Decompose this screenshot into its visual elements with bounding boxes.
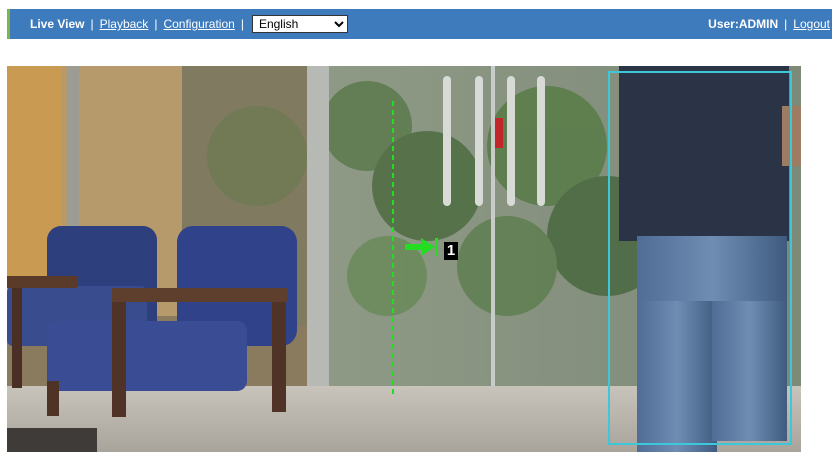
floor-mat [7,428,97,452]
nav-separator: | [154,17,158,31]
nav-live-view[interactable]: Live View [30,17,84,31]
top-navigation-bar: Live View | Playback | Configuration | E… [7,9,832,39]
camera-scene [7,66,801,452]
nav-menu: Live View | Playback | Configuration | E… [10,15,348,33]
nav-separator: | [240,17,244,31]
user-label: User:ADMIN [708,17,779,31]
track-id-label: 1 [444,242,458,260]
door-frame [307,66,329,416]
user-area: User:ADMIN | Logout [708,17,832,31]
person-figure [619,66,801,452]
door-handle [443,76,451,206]
nav-separator: | [784,17,788,31]
door-handle [537,76,545,206]
door-handle [507,76,515,206]
language-select[interactable]: English [251,15,348,33]
nav-configuration-link[interactable]: Configuration [163,17,234,31]
nav-playback-link[interactable]: Playback [100,17,149,31]
live-video-feed[interactable]: 1 [7,66,801,452]
door-sticker [495,118,503,148]
logout-link[interactable]: Logout [793,17,830,31]
door-handle [475,76,483,206]
nav-separator: | [90,17,94,31]
